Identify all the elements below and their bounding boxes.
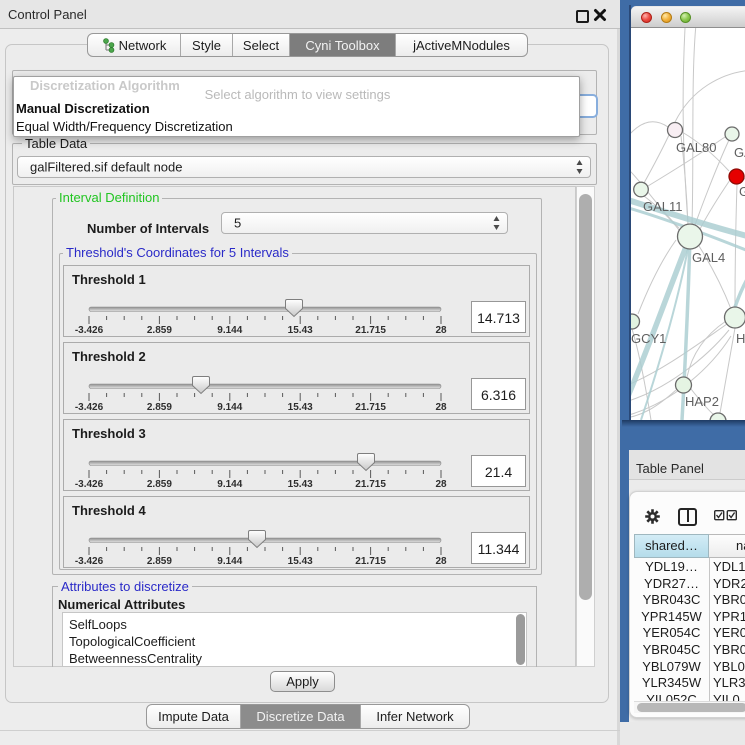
svg-text:-3.426: -3.426 bbox=[75, 402, 104, 413]
svg-text:9.144: 9.144 bbox=[217, 556, 242, 567]
svg-text:GAL4: GAL4 bbox=[692, 250, 725, 265]
svg-text:-3.426: -3.426 bbox=[75, 325, 104, 336]
svg-text:28: 28 bbox=[435, 402, 447, 413]
svg-text:15.43: 15.43 bbox=[288, 479, 313, 490]
svg-text:15.43: 15.43 bbox=[288, 402, 313, 413]
svg-text:HAP2: HAP2 bbox=[685, 394, 719, 409]
svg-text:GCY1: GCY1 bbox=[631, 331, 666, 346]
svg-text:-3.426: -3.426 bbox=[75, 479, 104, 490]
svg-text:2.859: 2.859 bbox=[147, 402, 172, 413]
svg-text:28: 28 bbox=[435, 479, 447, 490]
svg-text:GAL80: GAL80 bbox=[676, 140, 716, 155]
svg-text:GA: GA bbox=[739, 184, 745, 199]
svg-text:H: H bbox=[736, 331, 745, 346]
svg-text:21.715: 21.715 bbox=[355, 556, 386, 567]
svg-text:2.859: 2.859 bbox=[147, 556, 172, 567]
svg-text:15.43: 15.43 bbox=[288, 325, 313, 336]
svg-text:21.715: 21.715 bbox=[355, 479, 386, 490]
svg-text:28: 28 bbox=[435, 556, 447, 567]
svg-text:2.859: 2.859 bbox=[147, 479, 172, 490]
svg-text:9.144: 9.144 bbox=[217, 325, 242, 336]
svg-text:28: 28 bbox=[435, 325, 447, 336]
svg-text:9.144: 9.144 bbox=[217, 479, 242, 490]
svg-text:15.43: 15.43 bbox=[288, 556, 313, 567]
svg-text:21.715: 21.715 bbox=[355, 325, 386, 336]
svg-text:GA: GA bbox=[734, 145, 745, 160]
svg-text:9.144: 9.144 bbox=[217, 402, 242, 413]
svg-text:2.859: 2.859 bbox=[147, 325, 172, 336]
svg-text:GAL11: GAL11 bbox=[643, 199, 683, 214]
svg-text:21.715: 21.715 bbox=[355, 402, 386, 413]
svg-text:-3.426: -3.426 bbox=[75, 556, 104, 567]
